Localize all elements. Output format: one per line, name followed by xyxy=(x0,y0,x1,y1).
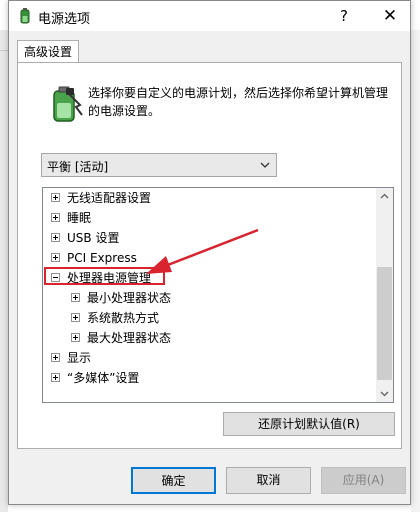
cancel-button[interactable]: 取消 xyxy=(226,467,311,494)
expand-icon[interactable] xyxy=(51,353,60,362)
ok-button[interactable]: 确定 xyxy=(131,467,216,494)
expand-icon[interactable] xyxy=(51,253,60,262)
expand-icon[interactable] xyxy=(71,313,80,322)
tree-item-label: “多媒体”设置 xyxy=(67,371,140,385)
tree-item-wireless-adapter[interactable]: 无线适配器设置 xyxy=(43,188,377,208)
tree-item-min-processor-state[interactable]: 最小处理器状态 xyxy=(43,288,377,308)
background-window-right xyxy=(411,30,420,512)
settings-tree[interactable]: 无线适配器设置 睡眠 USB 设置 PCI Express 处理器电源管理 最小… xyxy=(42,187,394,403)
expand-icon[interactable] xyxy=(51,213,60,222)
tree-item-display[interactable]: 显示 xyxy=(43,348,377,368)
plan-description: 选择你要自定义的电源计划，然后选择你希望计算机管理的电源设置。 xyxy=(88,86,389,118)
battery-icon xyxy=(46,85,86,123)
window-title: 电源选项 xyxy=(38,12,91,27)
expand-icon[interactable] xyxy=(51,193,60,202)
tree-item-usb-settings[interactable]: USB 设置 xyxy=(43,228,377,248)
help-button[interactable]: ? xyxy=(329,3,359,29)
tree-item-label: 系统散热方式 xyxy=(87,311,160,325)
chevron-down-icon xyxy=(260,158,270,172)
tree-item-label: 最小处理器状态 xyxy=(87,291,172,305)
tree-item-max-processor-state[interactable]: 最大处理器状态 xyxy=(43,328,377,348)
restore-defaults-button[interactable]: 还原计划默认值(R) xyxy=(223,412,395,436)
title-bar[interactable]: 电源选项 ? ✕ xyxy=(9,1,410,31)
vertical-scrollbar[interactable] xyxy=(376,188,393,402)
background-window xyxy=(0,30,8,512)
tree-item-multimedia-settings[interactable]: “多媒体”设置 xyxy=(43,368,377,388)
expand-icon[interactable] xyxy=(51,233,60,242)
tree-item-system-cooling-policy[interactable]: 系统散热方式 xyxy=(43,308,377,328)
expand-icon[interactable] xyxy=(51,373,60,382)
background-divider xyxy=(0,50,8,51)
tree-item-pci-express[interactable]: PCI Express xyxy=(43,248,377,268)
power-plan-dropdown[interactable]: 平衡 [活动] xyxy=(41,153,277,177)
tab-advanced-settings[interactable]: 高级设置 xyxy=(17,40,79,63)
close-button[interactable]: ✕ xyxy=(373,3,407,29)
tree-item-label: 最大处理器状态 xyxy=(87,331,172,345)
settings-panel: 选择你要自定义的电源计划，然后选择你希望计算机管理的电源设置。 平衡 [活动] … xyxy=(17,62,402,449)
annotation-highlight-box xyxy=(44,267,165,285)
tree-item-label: 睡眠 xyxy=(67,211,92,225)
scrollbar-thumb[interactable] xyxy=(377,267,392,380)
power-options-icon xyxy=(16,7,34,25)
scroll-up-icon[interactable] xyxy=(376,188,393,205)
power-plan-value: 平衡 [活动] xyxy=(47,160,109,174)
power-options-dialog: 电源选项 ? ✕ 高级设置 选择你要自定义的电源计划，然后选择你希望计算机管理的… xyxy=(8,0,411,505)
scroll-down-icon[interactable] xyxy=(376,385,393,402)
tree-item-label: 无线适配器设置 xyxy=(67,191,152,205)
expand-icon[interactable] xyxy=(71,333,80,342)
apply-button[interactable]: 应用(A) xyxy=(321,467,406,494)
tree-item-sleep[interactable]: 睡眠 xyxy=(43,208,377,228)
tree-item-label: PCI Express xyxy=(67,251,137,265)
expand-icon[interactable] xyxy=(71,293,80,302)
tree-item-label: USB 设置 xyxy=(67,231,120,245)
tree-item-label: 显示 xyxy=(67,351,92,365)
